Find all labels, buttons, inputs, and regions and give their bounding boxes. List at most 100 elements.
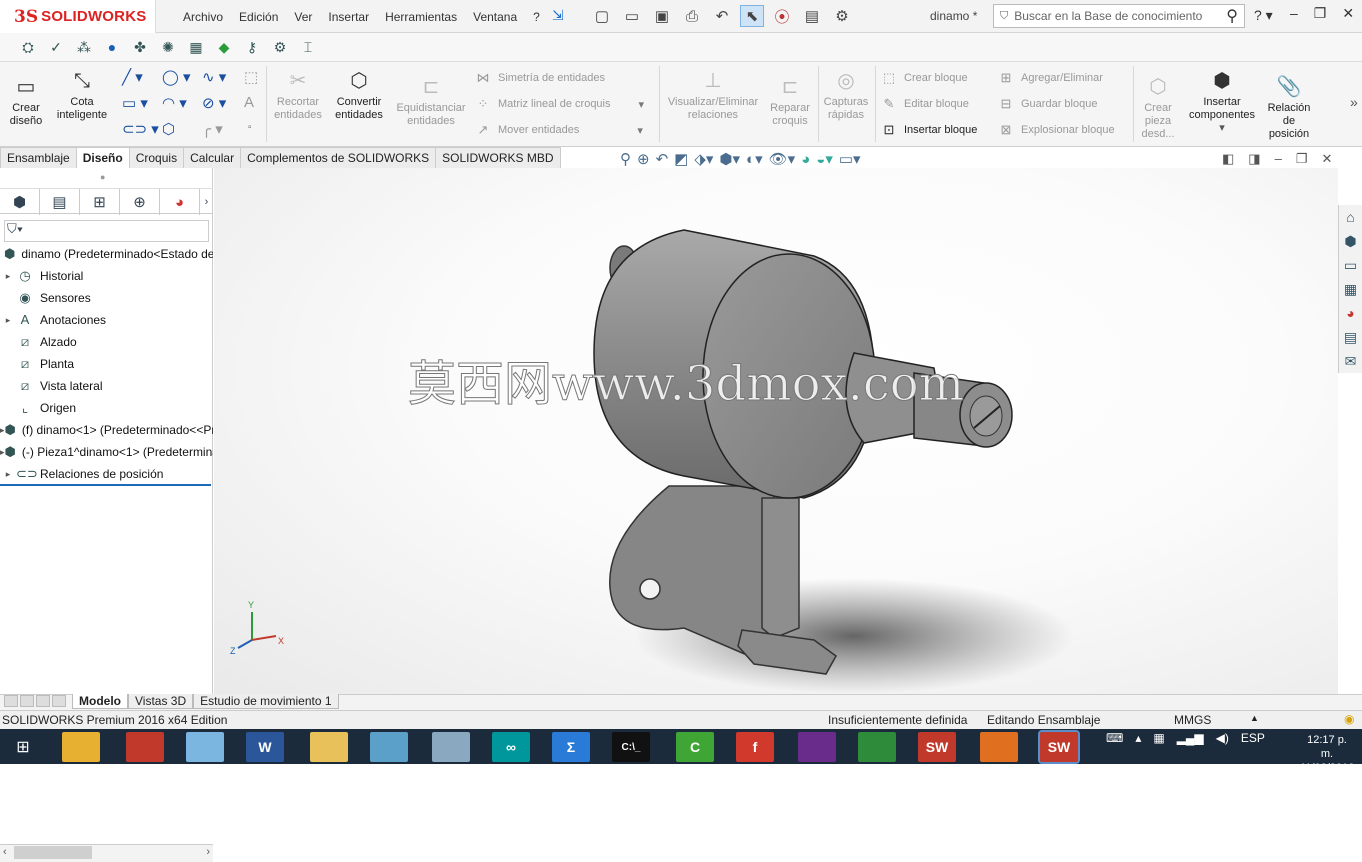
menu-archivo[interactable]: Archivo [175, 10, 231, 24]
fritzing-icon[interactable]: f [736, 732, 774, 762]
grid-tool-icon[interactable]: ⁂ [72, 36, 96, 58]
network-icon[interactable]: ▦ [1153, 731, 1164, 745]
signal-icon[interactable]: ▂▄▆ [1177, 731, 1204, 745]
search-icon[interactable]: ⚲ [1226, 6, 1238, 26]
viewport-restore-icon[interactable]: ❐ [1296, 151, 1308, 167]
tab-croquis[interactable]: Croquis [128, 147, 185, 168]
sigma-icon[interactable]: Σ [552, 732, 590, 762]
file-properties-icon[interactable]: ▤ [800, 5, 824, 27]
arduino-icon[interactable]: ∞ [492, 732, 530, 762]
expand-arrow-icon[interactable]: ▸ [0, 315, 16, 326]
crear-pieza-button[interactable]: ⬡ Crear pieza desd... [1138, 76, 1178, 141]
scroll-left-icon[interactable]: ‹ [3, 846, 7, 858]
ribbon-more-icon[interactable]: » [1350, 94, 1358, 110]
paint-icon[interactable] [186, 732, 224, 762]
section-view-icon[interactable]: ◩ [674, 150, 688, 168]
filezilla-icon[interactable] [126, 732, 164, 762]
ellipse-icon[interactable]: ⊘ ▾ [202, 94, 226, 112]
panel-grip-icon[interactable]: ● [100, 172, 105, 182]
visualizar-eliminar-button[interactable]: ⊥ Visualizar/Eliminar relaciones [664, 70, 762, 122]
dimxpert-tab-icon[interactable]: ⊕ [120, 189, 160, 215]
open-icon[interactable]: ▭ [620, 5, 644, 27]
color-cube-icon[interactable]: ◆ [212, 36, 236, 58]
tree-item-f-dinamo-1-predeterminado-pred[interactable]: ▸⬢(f) dinamo<1> (Predeterminado<<Predete… [0, 419, 213, 441]
tab-modelo[interactable]: Modelo [72, 694, 128, 709]
taskbar-clock[interactable]: 12:17 p. m. 11/02/2016 [1300, 733, 1354, 775]
tree-item-planta[interactable]: ⧄ Planta [0, 353, 213, 375]
nav-first-icon[interactable] [4, 695, 18, 707]
tree-item-relaciones-de-posici-n[interactable]: ▸ ⊂⊃ Relaciones de posición [0, 463, 213, 485]
insertar-componentes-dropdown-icon[interactable]: ▾ [1182, 122, 1262, 135]
settings-tool-icon[interactable]: ⚙ [268, 36, 292, 58]
pin-icon[interactable]: ⇲ [552, 7, 564, 24]
tab-complementos[interactable]: Complementos de SOLIDWORKS [240, 147, 437, 168]
rebuild-status-icon[interactable]: ◉ [1344, 712, 1354, 726]
chrome-icon[interactable] [62, 732, 100, 762]
check-tool-icon[interactable]: ✓ [44, 36, 68, 58]
tree-item-anotaciones[interactable]: ▸ A Anotaciones [0, 309, 213, 331]
save-icon[interactable]: ▣ [650, 5, 674, 27]
graphics-area[interactable]: Y X Z 莫西网www.3dmox.com [214, 168, 1338, 694]
tree-item-pieza1-dinamo-1-predeterminado[interactable]: ▸⬢(-) Pieza1^dinamo<1> (Predeterminado<<… [0, 441, 213, 463]
appearances-icon[interactable]: ◕ [1339, 301, 1362, 325]
solidworks-2016-icon[interactable]: SW [918, 732, 956, 762]
nav-last-icon[interactable] [52, 695, 66, 707]
solidworks-logo[interactable]: 3S SOLIDWORKS [0, 0, 156, 33]
simetria-button[interactable]: ⋈ Simetría de entidades [474, 70, 606, 86]
pcb-icon[interactable] [858, 732, 896, 762]
tab-mbd[interactable]: SOLIDWORKS MBD [435, 147, 561, 168]
menu-herramientas[interactable]: Herramientas [377, 10, 465, 24]
mover-dropdown-icon[interactable]: ▾ [637, 124, 643, 137]
point-icon[interactable]: ▫ [248, 122, 252, 133]
gears-tool-icon[interactable]: ✺ [156, 36, 180, 58]
point-grid-icon[interactable]: ⬚ [244, 68, 258, 86]
measure-tool-icon[interactable]: ⌶ [296, 36, 320, 58]
fillet-icon[interactable]: ╭ ▾ [202, 120, 223, 138]
new-document-icon[interactable]: ▢ [590, 5, 614, 27]
menu-help[interactable]: ? [525, 10, 548, 24]
tab-ensamblaje[interactable]: Ensamblaje [0, 147, 77, 168]
tree-item-historial[interactable]: ▸ ◷ Historial [0, 265, 213, 287]
polygon-icon[interactable]: ⬡ [162, 120, 175, 138]
bolt-icon[interactable]: ⚷ [240, 36, 264, 58]
guardar-bloque-button[interactable]: ⊟ Guardar bloque [997, 96, 1098, 112]
menu-insertar[interactable]: Insertar [320, 10, 377, 24]
dynamic-annotation-icon[interactable]: ⬗▾ [694, 150, 713, 168]
cota-inteligente-button[interactable]: ⤡ Cota inteligente [52, 70, 112, 122]
agregar-eliminar-button[interactable]: ⊞ Agregar/Eliminar [997, 70, 1103, 86]
editar-bloque-button[interactable]: ✎ Editar bloque [880, 96, 969, 112]
display-style-icon[interactable]: ◐▾ [746, 150, 763, 168]
matriz-dropdown-icon[interactable]: ▾ [639, 98, 645, 111]
custom-properties-icon[interactable]: ▤ [1339, 325, 1362, 349]
hide-show-items-icon[interactable]: 👁▾ [769, 150, 796, 168]
apply-scene-icon[interactable]: ◒▾ [816, 150, 833, 168]
tree-item-alzado[interactable]: ⧄ Alzado [0, 331, 213, 353]
search-knowledge-base-input[interactable]: ⛉ Buscar en la Base de conocimiento ⚲ [993, 4, 1245, 28]
tab-estudio-movimiento[interactable]: Estudio de movimiento 1 [193, 694, 339, 709]
recortar-entidades-button[interactable]: ✂ Recortar entidades [270, 70, 326, 122]
design-library-icon[interactable]: ⬢ [1339, 229, 1362, 253]
book-icon[interactable] [798, 732, 836, 762]
edit-appearance-icon[interactable]: ◕ [801, 151, 810, 168]
configuration-manager-tab-icon[interactable]: ⊞ [80, 189, 120, 215]
language-indicator[interactable]: ESP [1241, 731, 1265, 745]
word-icon[interactable]: W [246, 732, 284, 762]
arc-icon[interactable]: ◠ ▾ [162, 94, 187, 112]
convertir-entidades-button[interactable]: ⬡ Convertir entidades [330, 70, 388, 122]
rollback-bar[interactable] [0, 484, 211, 486]
slot-icon[interactable]: ⊂⊃ ▾ [122, 120, 159, 138]
text-icon[interactable]: A [244, 94, 254, 111]
tab-diseno[interactable]: Diseño [75, 147, 130, 168]
tray-expand-icon[interactable]: ▴ [1135, 731, 1141, 745]
start-windows-icon[interactable]: ⊞ [4, 732, 42, 762]
explosionar-bloque-button[interactable]: ⊠ Explosionar bloque [997, 122, 1115, 138]
status-units[interactable]: MMGS [1174, 713, 1211, 727]
scroll-right-icon[interactable]: › [206, 846, 210, 858]
solidworks-resources-icon[interactable]: ⌂ [1339, 205, 1362, 229]
crear-diseno-button[interactable]: ▭ Crear diseño [4, 76, 48, 128]
rectangle-icon[interactable]: ▭ ▾ [122, 94, 148, 112]
camtasia-icon[interactable]: C [676, 732, 714, 762]
globe-icon[interactable]: ● [100, 36, 124, 58]
nav-next-icon[interactable] [36, 695, 50, 707]
nav-prev-icon[interactable] [20, 695, 34, 707]
